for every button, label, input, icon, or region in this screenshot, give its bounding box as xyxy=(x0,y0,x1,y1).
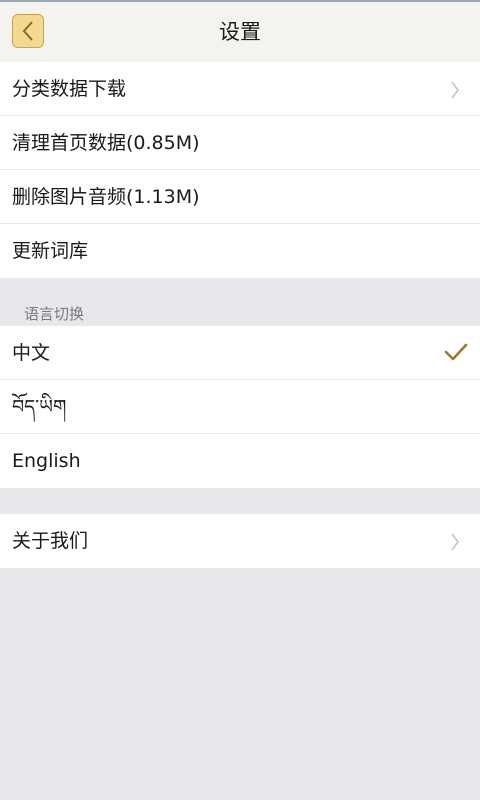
chevron-left-icon xyxy=(22,21,33,41)
language-option-tibetan[interactable]: བོད་ཡིག xyxy=(0,380,480,434)
about-us-item[interactable]: 关于我们 xyxy=(0,514,480,568)
language-group: 中文 བོད་ཡིག English xyxy=(0,326,480,488)
language-option-label: བོད་ཡིག xyxy=(12,396,67,418)
settings-item-clear-home-data[interactable]: 清理首页数据(0.85M) xyxy=(0,116,480,170)
back-button[interactable] xyxy=(12,14,44,48)
language-option-english[interactable]: English xyxy=(0,434,480,488)
settings-item-update-dictionary[interactable]: 更新词库 xyxy=(0,224,480,278)
page-title: 设置 xyxy=(219,20,261,44)
header-bar: 设置 xyxy=(0,0,480,62)
settings-item-category-download[interactable]: 分类数据下载 xyxy=(0,62,480,116)
checkmark-icon xyxy=(444,343,468,361)
settings-item-label: 更新词库 xyxy=(12,240,89,262)
settings-item-label: 分类数据下载 xyxy=(12,78,127,100)
settings-group: 分类数据下载 清理首页数据(0.85M) 删除图片音频(1.13M) 更新词库 xyxy=(0,62,480,278)
language-option-label: English xyxy=(12,450,81,472)
language-option-chinese[interactable]: 中文 xyxy=(0,326,480,380)
chevron-right-icon xyxy=(451,81,459,99)
about-group: 关于我们 xyxy=(0,514,480,568)
settings-item-label: 清理首页数据(0.85M) xyxy=(12,132,200,154)
language-section-label: 语言切换 xyxy=(24,305,85,323)
chevron-right-icon xyxy=(451,533,459,551)
about-us-label: 关于我们 xyxy=(12,530,89,552)
settings-item-label: 删除图片音频(1.13M) xyxy=(12,186,200,208)
language-option-label: 中文 xyxy=(12,342,51,364)
settings-item-delete-media[interactable]: 删除图片音频(1.13M) xyxy=(0,170,480,224)
